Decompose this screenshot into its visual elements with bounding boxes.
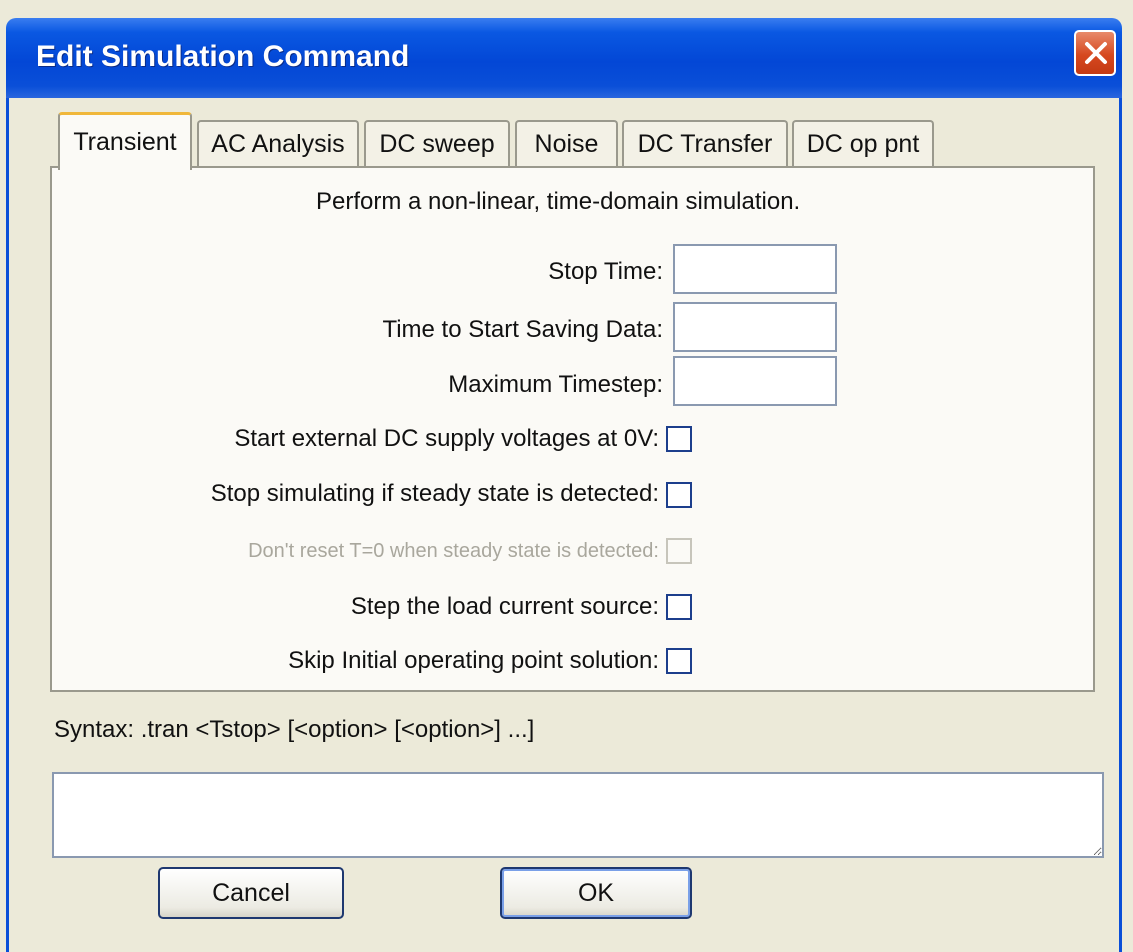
close-button[interactable] bbox=[1074, 30, 1116, 76]
start-dc-supply-at-0v-label: Start external DC supply voltages at 0V: bbox=[234, 425, 659, 452]
start-dc-supply-at-0v-checkbox[interactable] bbox=[666, 426, 692, 452]
cancel-button[interactable]: Cancel bbox=[158, 867, 344, 919]
title-bar[interactable]: Edit Simulation Command bbox=[6, 18, 1122, 98]
start-saving-data-label: Time to Start Saving Data: bbox=[382, 316, 663, 343]
edit-simulation-command-dialog: Edit Simulation Command Transient AC Ana… bbox=[0, 0, 1133, 952]
tab-dc-transfer[interactable]: DC Transfer bbox=[622, 120, 788, 166]
maximum-timestep-label: Maximum Timestep: bbox=[448, 371, 663, 398]
dont-reset-t0-checkbox[interactable] bbox=[666, 538, 692, 564]
maximum-timestep-input[interactable] bbox=[673, 356, 837, 406]
tab-dc-op-pnt[interactable]: DC op pnt bbox=[792, 120, 934, 166]
analysis-description: Perform a non-linear, time-domain simula… bbox=[316, 188, 801, 215]
tab-dc-sweep[interactable]: DC sweep bbox=[364, 120, 510, 166]
stop-time-label: Stop Time: bbox=[548, 258, 663, 285]
tab-ac-analysis[interactable]: AC Analysis bbox=[197, 120, 359, 166]
stop-if-steady-state-label: Stop simulating if steady state is detec… bbox=[210, 480, 659, 507]
start-saving-data-input[interactable] bbox=[673, 302, 837, 352]
ok-button[interactable]: OK bbox=[500, 867, 692, 919]
step-load-current-label: Step the load current source: bbox=[350, 593, 659, 620]
skip-initial-op-point-label: Skip Initial operating point solution: bbox=[288, 647, 659, 674]
step-load-current-checkbox[interactable] bbox=[666, 594, 692, 620]
tab-noise[interactable]: Noise bbox=[515, 120, 618, 166]
tab-transient[interactable]: Transient bbox=[58, 112, 192, 170]
stop-if-steady-state-checkbox[interactable] bbox=[666, 482, 692, 508]
stop-time-input[interactable] bbox=[673, 244, 837, 294]
close-icon bbox=[1085, 42, 1107, 64]
syntax-hint: Syntax: .tran <Tstop> [<option> [<option… bbox=[54, 716, 535, 743]
dont-reset-t0-label: Don't reset T=0 when steady state is det… bbox=[248, 540, 659, 562]
skip-initial-op-point-checkbox[interactable] bbox=[666, 648, 692, 674]
command-text-field[interactable] bbox=[52, 772, 1104, 858]
dialog-title: Edit Simulation Command bbox=[36, 40, 410, 73]
